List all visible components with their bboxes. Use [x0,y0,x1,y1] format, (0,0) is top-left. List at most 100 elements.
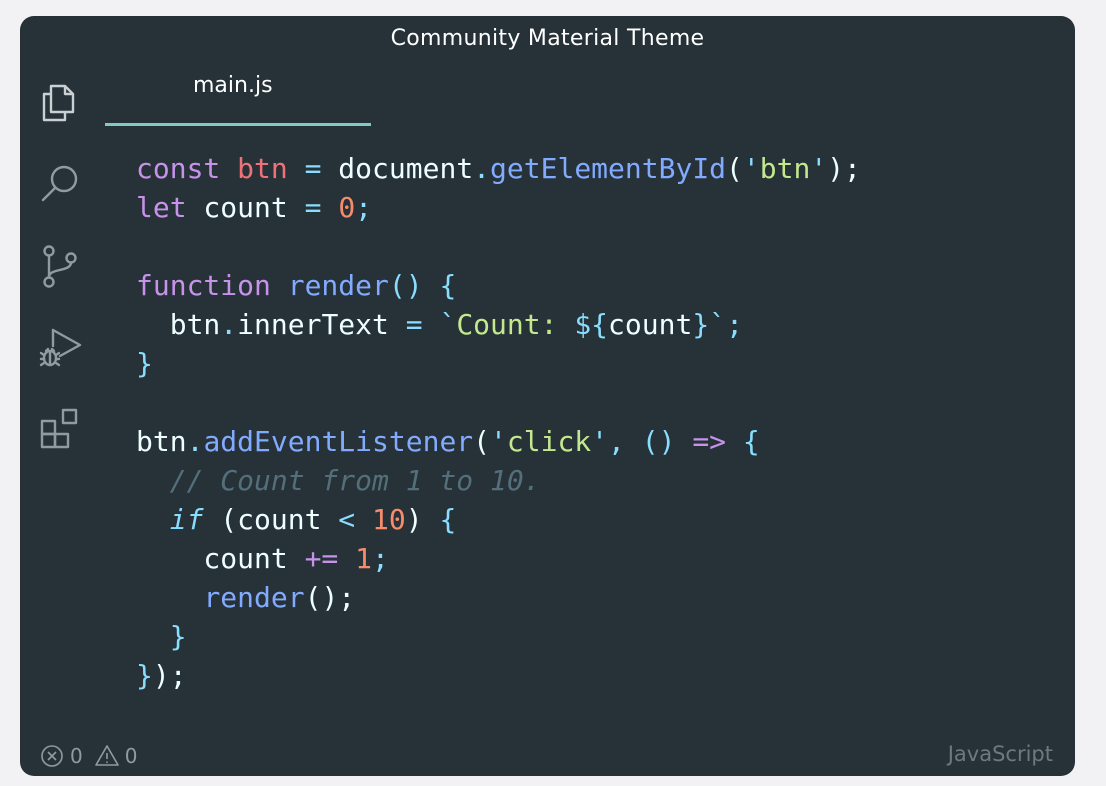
code-token: ' [810,152,828,185]
code-token: function [136,269,271,302]
code-token: 0 [338,191,356,224]
code-token: btn [136,308,221,341]
code-token: // Count from 1 to 10. [136,464,541,497]
code-token: ' [490,425,507,458]
code-token: (count [203,503,339,536]
warning-icon [94,745,119,766]
window-title: Community Material Theme [390,26,705,51]
code-token: const [136,152,221,185]
code-line: // Count from 1 to 10. [136,461,861,500]
code-token: btn [136,425,187,458]
code-token: ` [439,308,457,341]
code-token: if [169,503,204,536]
code-token: => [692,425,727,458]
source-control-icon[interactable] [36,242,84,290]
code-token: (); [304,581,356,614]
explorer-icon[interactable] [36,78,84,126]
code-token: . [186,425,204,458]
code-token: () [641,425,676,458]
code-token: . [473,152,491,185]
code-token: ); [152,659,187,692]
code-token: btn [237,152,288,185]
code-line: } [136,617,861,656]
problems-status[interactable]: 0 0 [40,744,137,768]
code-line: count += 1; [136,539,861,578]
code-token: ( [726,152,743,185]
code-token: = [405,308,423,341]
search-icon[interactable] [36,160,84,208]
code-token: addEventListener [203,425,474,458]
code-token: ; [372,542,389,575]
code-token: 1 [355,542,373,575]
code-line: if (count < 10) { [136,500,861,539]
editor-window: Community Material Theme main.js const b… [20,16,1075,776]
code-token: count [608,308,693,341]
code-token: count [186,191,305,224]
code-line: btn.addEventListener('click', () => { [136,422,861,461]
code-line: let count = 0; [136,188,861,227]
code-token: ' [591,425,609,458]
warning-count: 0 [124,744,138,768]
code-token: let [136,191,187,224]
code-token: 10 [372,503,406,536]
code-token: += [304,542,339,575]
code-token: ; [726,308,743,341]
code-token: . [220,308,238,341]
code-token: < [338,503,356,536]
error-count: 0 [70,744,83,768]
code-token: innerText [237,308,406,341]
tab-label: main.js [193,73,273,98]
code-token: ( [473,425,491,458]
code-token: render [287,269,389,302]
code-line: render(); [136,578,861,617]
code-token: btn [759,152,811,185]
code-token: { [742,425,760,458]
code-editor[interactable]: const btn = document.getElementById('btn… [136,149,861,695]
code-token: = [304,152,322,185]
code-token: ); [827,152,861,185]
code-token: ` [709,308,727,341]
code-token: () [388,269,423,302]
code-token: } [136,620,187,653]
code-token: } [692,308,710,341]
code-line: btn.innerText = `Count: ${count}`; [136,305,861,344]
code-line: function render() { [136,266,861,305]
code-token: count [136,542,305,575]
code-token: click [506,425,592,458]
code-token: ' [742,152,760,185]
code-token: document [321,152,474,185]
active-tab-indicator [105,123,371,126]
code-line: } [136,344,861,383]
code-token: { [439,503,457,536]
code-token: ) [405,503,440,536]
tab-main-js[interactable]: main.js [105,68,371,126]
code-token: render [203,581,305,614]
code-token: ${ [574,308,609,341]
code-token: , [608,425,642,458]
run-debug-icon[interactable] [36,324,84,372]
extensions-icon[interactable] [36,406,84,454]
language-mode[interactable]: JavaScript [948,742,1053,766]
code-token: getElementById [490,152,727,185]
code-line: }); [136,656,861,695]
error-icon [41,745,63,767]
code-token: { [439,269,457,302]
code-token: Count: [456,308,575,341]
code-token: } [136,347,153,380]
code-line: const btn = document.getElementById('btn… [136,149,861,188]
code-token: ; [355,191,373,224]
code-token: = [304,191,322,224]
